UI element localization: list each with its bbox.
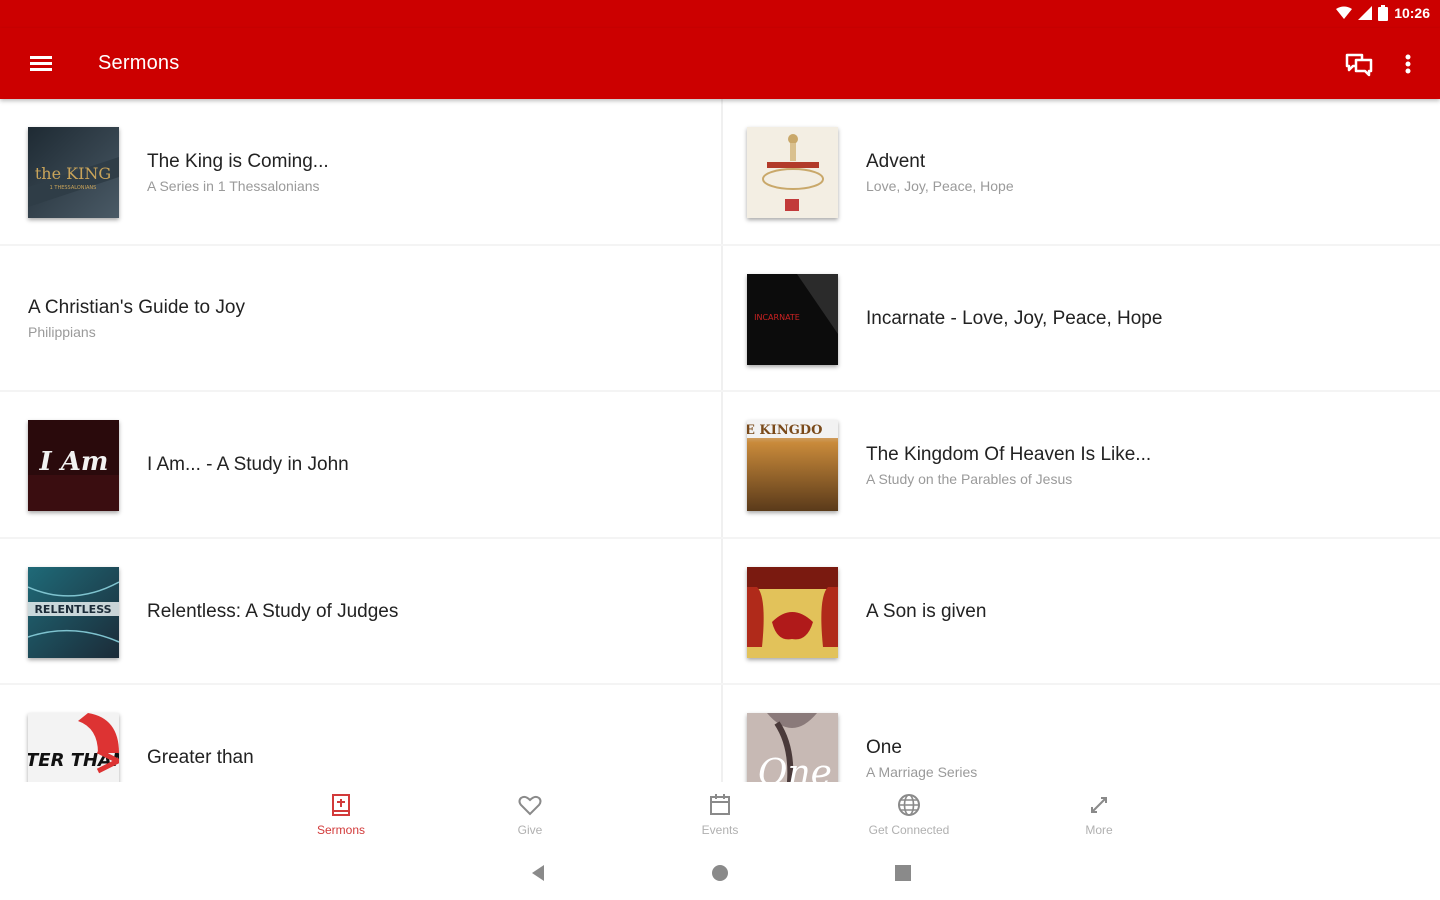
thumb-subtext: 1 THESSALONIANS (50, 185, 97, 191)
series-thumbnail: E KINGDO (747, 420, 838, 511)
sermon-column-right: Advent Love, Joy, Peace, Hope INCARNATE … (721, 99, 1440, 782)
sermon-series-item[interactable]: One One A Marriage Series (721, 685, 1440, 782)
globe-icon (898, 794, 920, 816)
sermon-series-item[interactable]: RELENTLESS Relentless: A Study of Judges (0, 539, 721, 685)
series-title: Advent (866, 150, 926, 172)
recents-icon[interactable] (892, 862, 914, 884)
sermon-series-item[interactable]: A Son is given (721, 539, 1440, 685)
calendar-icon (710, 794, 730, 815)
series-thumbnail: RELENTLESS (28, 566, 119, 658)
sermon-series-item[interactable]: I Am I Am... - A Study in John (0, 392, 721, 539)
sermon-series-item[interactable]: E KINGDO The Kingdom Of Heaven Is Like..… (721, 392, 1440, 539)
sermon-column-left: the KING 1 THESSALONIANS The King is Com… (0, 99, 721, 782)
system-navigation-bar (0, 844, 1440, 900)
chat-icon[interactable] (1344, 50, 1374, 78)
app-bar: Sermons (0, 28, 1440, 99)
sermon-series-item[interactable]: TER THAN Greater than (0, 685, 721, 782)
series-thumbnail: One (747, 713, 838, 782)
book-icon (332, 794, 350, 816)
nav-item-get-connected[interactable]: Get Connected (849, 792, 969, 837)
series-thumbnail (747, 127, 838, 218)
series-subtitle: Philippians (28, 324, 96, 340)
sermon-list: the KING 1 THESSALONIANS The King is Com… (0, 99, 1440, 782)
sermon-series-item[interactable]: the KING 1 THESSALONIANS The King is Com… (0, 99, 721, 246)
sermon-series-item[interactable]: A Christian's Guide to Joy Philippians (0, 246, 721, 392)
bottom-navigation: Sermons Give Events Get Connected More (0, 782, 1440, 844)
series-title: The Kingdom Of Heaven Is Like... (866, 443, 1152, 465)
series-subtitle: Love, Joy, Peace, Hope (866, 177, 1014, 194)
series-thumbnail: the KING 1 THESSALONIANS (28, 127, 119, 218)
signal-icon (1358, 6, 1373, 20)
series-title: Incarnate - Love, Joy, Peace, Hope (866, 307, 1163, 329)
series-subtitle: A Marriage Series (866, 763, 978, 780)
more-icon (1091, 797, 1107, 813)
series-title: A Christian's Guide to Joy (28, 297, 245, 318)
series-subtitle: A Series in 1 Thessalonians (147, 177, 320, 194)
thumb-text: I Am (39, 447, 109, 477)
nav-label: Get Connected (868, 823, 950, 837)
series-title: One (866, 736, 902, 758)
series-title: Greater than (147, 747, 254, 768)
sermon-series-item[interactable]: INCARNATE Incarnate - Love, Joy, Peace, … (721, 246, 1440, 392)
thumb-text: One (758, 753, 832, 782)
nav-item-give[interactable]: Give (470, 792, 590, 837)
nav-label: Sermons (316, 823, 366, 837)
thumb-text: the KING (35, 164, 111, 183)
thumb-text: INCARNATE (754, 313, 800, 322)
wifi-icon (1336, 6, 1353, 19)
nav-item-more[interactable]: More (1039, 792, 1159, 837)
nav-label: Give (517, 823, 543, 837)
series-title: I Am... - A Study in John (147, 454, 349, 475)
battery-icon (1378, 5, 1389, 21)
series-title: The King is Coming... (147, 150, 329, 172)
status-bar: 10:26 (0, 0, 1440, 28)
nav-label: Events (701, 823, 739, 837)
back-icon[interactable] (527, 862, 549, 884)
series-title: A Son is given (866, 600, 987, 622)
thumb-text: RELENTLESS (34, 603, 111, 616)
nav-item-sermons[interactable]: Sermons (281, 792, 401, 837)
page-title: Sermons (98, 52, 180, 74)
status-icons: 10:26 (1336, 5, 1430, 21)
status-time: 10:26 (1394, 5, 1430, 21)
thumb-text: E KINGDO (747, 423, 822, 438)
home-icon[interactable] (709, 862, 731, 884)
series-thumbnail: I Am (28, 420, 119, 511)
overflow-menu-icon[interactable] (1398, 50, 1418, 78)
heart-icon (518, 795, 542, 816)
sermon-series-item[interactable]: Advent Love, Joy, Peace, Hope (721, 99, 1440, 246)
series-subtitle: A Study on the Parables of Jesus (866, 470, 1073, 487)
nav-label: More (1085, 823, 1113, 837)
series-thumbnail: TER THAN (28, 713, 119, 782)
series-title: Relentless: A Study of Judges (147, 600, 399, 622)
series-thumbnail (747, 566, 838, 658)
nav-item-events[interactable]: Events (660, 792, 780, 837)
series-thumbnail: INCARNATE (747, 273, 838, 365)
hamburger-menu-icon[interactable] (26, 50, 56, 76)
